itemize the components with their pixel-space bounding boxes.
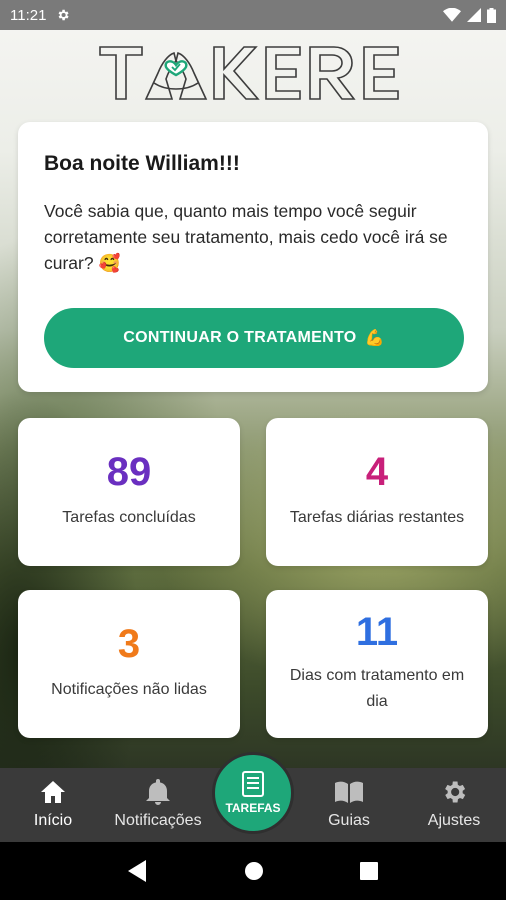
stat-label: Notificações não lidas (51, 681, 207, 698)
stat-value: 3 (117, 622, 141, 666)
stat-card-days-on-track[interactable]: 11 Dias com tratamento em dia (266, 590, 488, 738)
stat-label: Tarefas concluídas (62, 509, 196, 526)
nav-ajustes[interactable]: Ajustes (404, 768, 504, 842)
welcome-message: Você sabia que, quanto mais tempo você s… (44, 201, 448, 273)
stat-card-completed-tasks[interactable]: 89 Tarefas concluídas (18, 418, 240, 566)
nav-guias[interactable]: Guias (299, 768, 399, 842)
nav-label: Início (33, 812, 73, 829)
stat-label: Tarefas diárias restantes (289, 509, 465, 526)
stat-card-unread-notifications[interactable]: 3 Notificações não lidas (18, 590, 240, 738)
nav-label: Guias (328, 812, 370, 829)
status-time: 11:21 (10, 6, 47, 24)
recents-icon[interactable] (360, 862, 378, 880)
battery-icon (487, 7, 496, 23)
stat-value: 4 (365, 450, 389, 494)
home-circle-icon[interactable] (244, 861, 264, 881)
back-icon[interactable] (128, 860, 148, 882)
nav-label: Ajustes (427, 812, 481, 829)
home-icon (39, 778, 67, 806)
flexed-biceps-icon: 💪 (364, 330, 385, 347)
settings-gear-icon (440, 778, 468, 806)
stat-value: 11 (355, 610, 399, 654)
nav-inicio[interactable]: Início (3, 768, 103, 842)
nav-notificacoes[interactable]: Notificações (108, 768, 208, 842)
bell-icon (144, 778, 172, 806)
stat-value: 89 (106, 450, 152, 494)
nav-label: Notificações (114, 812, 202, 829)
takere-logo (98, 44, 408, 102)
task-list-icon (242, 771, 264, 797)
status-bar: 11:21 (0, 0, 506, 30)
tarefas-label: TAREFAS (225, 801, 281, 815)
gear-icon (59, 9, 70, 21)
stat-card-remaining-tasks[interactable]: 4 Tarefas diárias restantes (266, 418, 488, 566)
tarefas-button[interactable]: TAREFAS (212, 752, 294, 834)
system-navigation-bar (0, 842, 506, 900)
signal-icon (467, 8, 481, 22)
welcome-card: Boa noite William!!! Você sabia que, qua… (18, 122, 488, 392)
cta-label: CONTINUAR O TRATAMENTO (123, 329, 357, 346)
continue-treatment-button[interactable]: CONTINUAR O TRATAMENTO 💪 (44, 308, 464, 368)
wifi-icon (443, 8, 461, 22)
logo-image (99, 46, 399, 100)
greeting-title: Boa noite William!!! (44, 152, 240, 175)
stat-label: Dias com tratamento em dia (289, 667, 465, 710)
book-icon (335, 778, 363, 806)
